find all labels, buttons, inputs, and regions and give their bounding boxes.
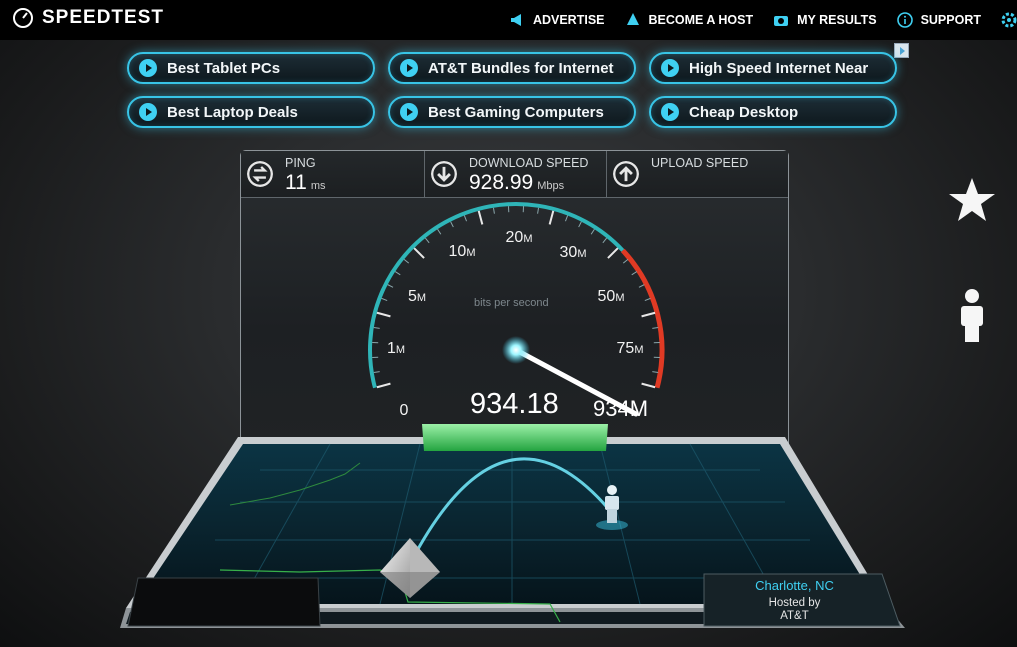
gauge-scale-label: 20M [506, 229, 533, 246]
gauge-tick [548, 210, 555, 225]
server-isp: AT&T [780, 610, 809, 622]
gauge-minor-tick [564, 215, 569, 222]
gauge-minor-tick [578, 221, 582, 228]
gauge-scale-label: 10M [449, 243, 476, 260]
gauge-minor-tick [381, 297, 388, 302]
gauge-scale-label: 75M [617, 340, 644, 357]
gauge-minor-tick [387, 284, 394, 288]
gauge-minor-tick [394, 271, 401, 276]
gauge-tick [376, 382, 391, 389]
gauge-minor-tick [373, 371, 380, 374]
gauge-arc-high [620, 248, 665, 389]
favorite-star-icon[interactable] [947, 176, 997, 224]
gauge-scale-label: 5M [408, 288, 426, 305]
gauge-minor-tick [590, 228, 595, 235]
gauge-minor-tick [537, 207, 540, 214]
account-person-icon[interactable] [958, 288, 986, 342]
gauge-minor-tick [652, 371, 659, 374]
gauge-minor-tick [602, 237, 608, 244]
gauge-tick [641, 382, 656, 389]
gauge-minor-tick [644, 297, 651, 302]
server-info[interactable]: Charlotte, NC Hosted by AT&T [703, 573, 886, 627]
gauge-subtitle: bits per second [474, 297, 549, 309]
gauge-tick [413, 247, 425, 259]
gauge-minor-tick [492, 207, 495, 214]
gauge-minor-tick [463, 215, 468, 222]
server-city: Charlotte, NC [755, 578, 834, 593]
speed-gauge: 0 1M 5M 10M 20M 30M 50M 75M [368, 202, 665, 419]
gauge-minor-tick [622, 258, 629, 264]
gauge-scale-label: 0 [400, 402, 409, 419]
gauge-tick [376, 311, 391, 318]
gauge-minor-tick [450, 221, 454, 228]
gauge-tick [477, 210, 484, 225]
gauge-minor-tick [437, 228, 442, 235]
gauge-scale-label: 1M [387, 340, 405, 357]
gauge-scale-label: 30M [560, 244, 587, 261]
gauge-minor-tick [638, 284, 645, 288]
gauge-scale-label: 50M [598, 288, 625, 305]
gauge-tick [607, 247, 619, 259]
gauge-current-value: 934.18 [470, 388, 559, 420]
server-hosted-by: Hosted by [768, 597, 821, 609]
gauge-minor-tick [403, 258, 410, 264]
gauge-minor-tick [373, 326, 380, 329]
gauge-minor-tick [424, 237, 430, 244]
gauge-minor-tick [631, 271, 638, 276]
needle-value-label: 934M [593, 396, 649, 421]
gauge-minor-tick [652, 326, 659, 329]
gauge-tick [641, 311, 656, 318]
